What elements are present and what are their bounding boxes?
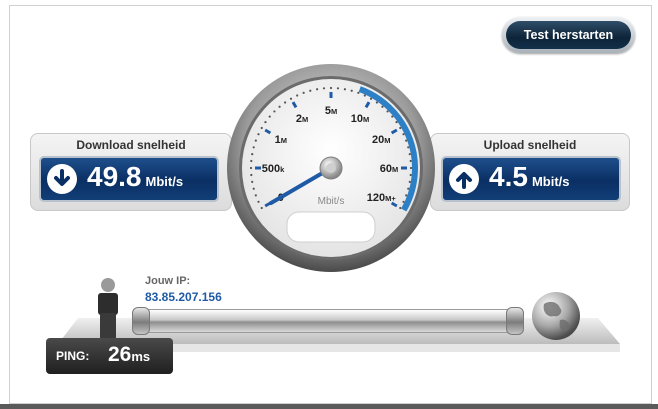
gauge-minor-tick	[381, 105, 384, 108]
gauge-minor-tick	[322, 87, 326, 90]
gauge-minor-tick	[407, 146, 410, 149]
ip-address: 83.85.207.156	[145, 290, 222, 304]
gauge-minor-tick	[350, 89, 353, 92]
gauge-readout-window	[286, 211, 376, 243]
gauge-scale-label: 60M	[380, 163, 399, 175]
gauge-minor-tick	[329, 86, 333, 90]
gauge-minor-tick	[278, 105, 281, 108]
download-panel: Download snelheid 49.8 Mbit/s	[30, 133, 232, 211]
globe-icon	[532, 292, 580, 340]
gauge-minor-tick	[386, 110, 389, 113]
gauge-minor-tick	[408, 153, 411, 156]
download-speed-unit: Mbit/s	[145, 174, 184, 189]
gauge-minor-tick	[409, 166, 413, 170]
gauge-minor-tick	[260, 206, 263, 210]
gauge-minor-tick	[369, 97, 373, 100]
upload-speed: 4.5 Mbit/s	[489, 161, 570, 193]
gauge-minor-tick	[250, 173, 253, 177]
gauge-minor-tick	[289, 97, 293, 100]
gauge-minor-tick	[252, 146, 255, 149]
gauge-scale-label: 5M	[325, 105, 337, 117]
gauge-minor-tick	[375, 101, 378, 104]
gauge-minor-tick	[268, 115, 271, 118]
ping-unit: ms	[131, 349, 151, 364]
upload-title: Upload snelheid	[483, 138, 577, 152]
gauge-minor-tick	[257, 133, 260, 136]
ping-value-wrap: 26ms	[108, 343, 150, 367]
gauge-minor-tick	[407, 187, 410, 190]
ping-value: 26	[108, 343, 132, 366]
gauge-minor-tick	[395, 121, 398, 124]
gauge-minor-tick	[409, 173, 412, 177]
gauge-minor-tick	[264, 121, 267, 124]
arrow-up-icon	[449, 164, 479, 194]
gauge-minor-tick	[343, 88, 346, 91]
connection-tube	[136, 309, 522, 333]
tube-cap-right	[506, 307, 524, 335]
restart-test-label[interactable]: Test herstarten	[506, 21, 631, 49]
gauge-hub-center	[326, 163, 336, 173]
gauge-minor-tick	[251, 153, 254, 156]
gauge-minor-tick	[284, 101, 287, 104]
gauge-minor-tick	[273, 110, 276, 113]
upload-speed-box: 4.5 Mbit/s	[441, 156, 621, 202]
gauge-minor-tick	[357, 91, 360, 94]
ping-label: PING:	[56, 349, 90, 363]
gauge-minor-tick	[391, 115, 394, 118]
gauge-minor-tick	[363, 94, 366, 97]
gauge-minor-tick	[251, 180, 254, 183]
gauge-minor-tick	[405, 194, 408, 197]
gauge-scale-label: 2M	[296, 113, 308, 125]
upload-speed-value: 4.5	[489, 161, 528, 192]
arrow-down-icon	[47, 164, 77, 194]
gauge-minor-tick	[302, 91, 305, 94]
gauge-scale-label: 20M	[372, 134, 391, 146]
upload-speed-unit: Mbit/s	[531, 174, 570, 189]
bottom-bar	[0, 404, 658, 409]
person-icon	[98, 278, 118, 339]
gauge-minor-tick	[408, 180, 411, 183]
download-speed-value: 49.8	[87, 161, 142, 192]
download-speed: 49.8 Mbit/s	[87, 161, 183, 193]
gauge-minor-tick	[336, 87, 340, 90]
ip-label: Jouw IP:	[145, 275, 191, 287]
gauge-scale-label: 500k	[262, 163, 285, 175]
gauge-minor-tick	[405, 139, 408, 142]
gauge-minor-tick	[257, 200, 260, 203]
gauge-minor-tick	[409, 159, 412, 163]
gauge-minor-tick	[252, 187, 255, 190]
gauge-scale-label: 10M	[351, 113, 370, 125]
gauge-minor-tick	[399, 206, 402, 210]
gauge-minor-tick	[399, 126, 402, 130]
gauge-minor-tick	[254, 194, 257, 197]
gauge-minor-tick	[402, 133, 405, 136]
gauge-minor-tick	[309, 89, 312, 92]
download-speed-box: 49.8 Mbit/s	[39, 156, 219, 202]
gauge-minor-tick	[254, 139, 257, 142]
gauge-minor-tick	[250, 159, 253, 163]
gauge-minor-tick	[316, 88, 319, 91]
gauge-minor-tick	[296, 94, 299, 97]
speed-gauge: 0500k1M2M5M10M20M60M120M+ Mbit/s	[227, 64, 435, 272]
tube-cap-left	[132, 307, 150, 335]
gauge-minor-tick	[249, 166, 253, 170]
gauge-unit-label: Mbit/s	[318, 196, 345, 207]
restart-test-button[interactable]: Test herstarten	[502, 17, 635, 53]
upload-panel: Upload snelheid 4.5 Mbit/s	[430, 133, 630, 211]
gauge-minor-tick	[260, 126, 263, 130]
gauge-scale-label: 1M	[275, 134, 287, 146]
gauge-scale-label: 120M+	[367, 192, 397, 204]
gauge-minor-tick	[402, 200, 405, 203]
ping-box: PING: 26ms	[46, 338, 173, 374]
download-title: Download snelheid	[76, 138, 186, 152]
